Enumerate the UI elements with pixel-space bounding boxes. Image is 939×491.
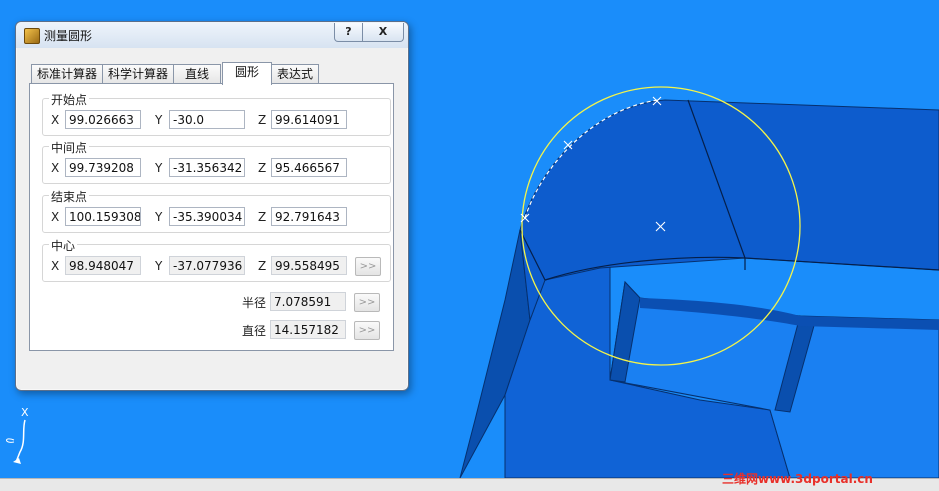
start-y-label: Y [155,113,163,127]
center-x-field: 98.948047 [65,256,141,275]
center-group: 中心 X 98.948047 Y -37.077936 Z 99.558495 … [42,237,391,282]
dialog-title: 测量圆形 [44,29,93,43]
end-y-label: Y [155,210,163,224]
radius-label: 半径 [242,296,267,310]
start-z-field[interactable]: 99.614091 [271,110,347,129]
start-point-group: 开始点 X 99.026663 Y -30.0 Z 99.614091 [42,91,391,136]
mid-y-field[interactable]: -31.356342 [169,158,245,177]
center-z-field: 99.558495 [271,256,347,275]
mid-point-label: 中间点 [49,139,90,156]
circle-tab-panel: 开始点 X 99.026663 Y -30.0 Z 99.614091 中间点 … [29,83,394,351]
triad-icon: X [6,406,29,464]
watermark: 三维网www.3dportal.cn [722,472,873,486]
mid-x-label: X [51,161,60,175]
center-z-label: Z [258,259,267,273]
end-z-field[interactable]: 92.791643 [271,207,347,226]
help-button[interactable]: ? [334,23,363,42]
tab-scientific-calculator[interactable]: 科学计算器 [102,64,174,84]
start-z-label: Z [258,113,267,127]
tab-circle[interactable]: 圆形 [222,62,272,85]
diameter-field: 14.157182 [270,320,346,339]
close-button[interactable]: X [362,23,404,42]
end-y-field[interactable]: -35.390034 [169,207,245,226]
triad-x-label: X [21,406,29,419]
measure-circle-dialog: 测量圆形 ? X 标准计算器 科学计算器 直线 圆形 表达式 开始点 X 99.… [15,21,409,391]
end-x-label: X [51,210,60,224]
center-y-field: -37.077936 [169,256,245,275]
coordinate-triad: X [0,400,40,475]
center-label: 中心 [49,237,78,254]
diameter-label: 直径 [242,324,267,338]
mid-z-field[interactable]: 95.466567 [271,158,347,177]
tab-standard-calculator[interactable]: 标准计算器 [31,64,103,84]
end-x-field[interactable]: 100.159308 [65,207,141,226]
radius-send-button[interactable]: >> [354,293,380,312]
end-z-label: Z [258,210,267,224]
start-x-label: X [51,113,60,127]
end-point-group: 结束点 X 100.159308 Y -35.390034 Z 92.79164… [42,188,391,233]
start-x-field[interactable]: 99.026663 [65,110,141,129]
center-x-label: X [51,259,60,273]
radius-field: 7.078591 [270,292,346,311]
diameter-send-button[interactable]: >> [354,321,380,340]
mid-x-field[interactable]: 99.739208 [65,158,141,177]
mid-y-label: Y [155,161,163,175]
mid-point-group: 中间点 X 99.739208 Y -31.356342 Z 95.466567 [42,139,391,184]
start-y-field[interactable]: -30.0 [169,110,245,129]
mid-z-label: Z [258,161,267,175]
tab-expression[interactable]: 表达式 [271,64,319,84]
center-y-label: Y [155,259,163,273]
start-point-label: 开始点 [49,91,90,108]
tab-line[interactable]: 直线 [173,64,221,84]
end-point-label: 结束点 [49,188,90,205]
app-icon [24,28,40,44]
dialog-titlebar[interactable]: 测量圆形 ? X [16,22,408,48]
center-send-button[interactable]: >> [355,257,381,276]
